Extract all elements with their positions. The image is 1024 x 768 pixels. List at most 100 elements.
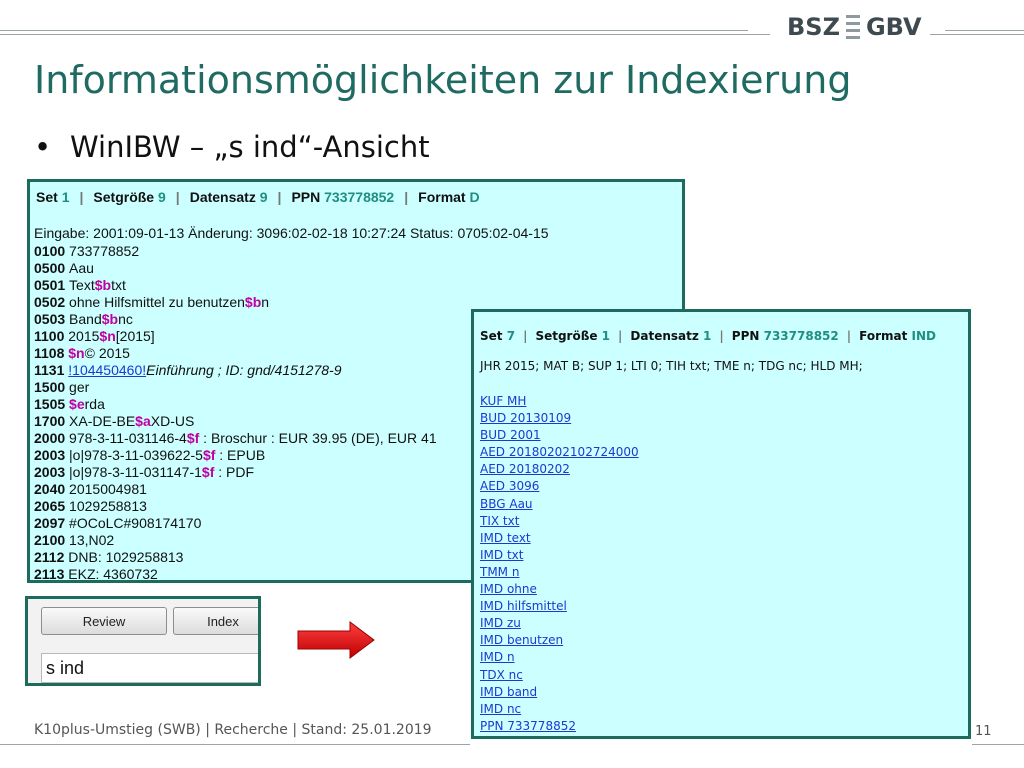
index-header-value: 7: [506, 329, 516, 343]
subfield-code: $f: [186, 430, 200, 446]
review-button[interactable]: Review: [41, 607, 167, 635]
index-link[interactable]: IMD hilfsmittel: [480, 598, 639, 615]
record-field-row: 2003 |o|978-3-11-039622-5$f : EPUB: [34, 447, 437, 464]
index-link[interactable]: IMD text: [480, 530, 639, 547]
bullet-point: • WinIBW – „s ind“-Ansicht: [34, 130, 430, 164]
field-tag: 0100: [34, 243, 70, 259]
index-link[interactable]: AED 3096: [480, 478, 639, 495]
index-link[interactable]: IMD benutzen: [480, 632, 639, 649]
record-field-row: 1108 $n© 2015: [34, 345, 437, 362]
record-field-row: 2000 978-3-11-031146-4$f : Broschur : EU…: [34, 430, 437, 447]
record-header-value: 733778852: [324, 189, 395, 205]
field-tag: 0500: [34, 260, 70, 276]
field-value: 978-3-11-031146-4: [69, 430, 187, 446]
index-link[interactable]: IMD txt: [480, 547, 639, 564]
record-field-row: 0501 Text$btxt: [34, 277, 437, 294]
record-header-label: Set: [36, 189, 62, 205]
subfield-code: $e: [69, 396, 85, 412]
index-header-value: 1: [703, 329, 712, 343]
record-field-row: 2065 1029258813: [34, 498, 437, 515]
index-link[interactable]: AED 20180202: [480, 461, 639, 478]
field-value: 1029258813: [69, 498, 147, 514]
header-line-right-2: [930, 34, 1024, 35]
index-link[interactable]: IMD zu: [480, 615, 639, 632]
record-header-label: PPN: [291, 189, 325, 205]
field-tag: 1700: [34, 413, 70, 429]
header-line-left: [0, 30, 748, 31]
bsz-gbv-logo: BSZ GBV: [787, 12, 922, 42]
field-value: Text: [69, 277, 95, 293]
index-header: Set 7 | Setgröße 1 | Datensatz 1 | PPN 7337788…: [480, 329, 936, 343]
field-value: |o|978-3-11-031147-1: [69, 464, 202, 480]
index-link[interactable]: PPN 733778852: [480, 718, 639, 735]
field-value: 2015: [68, 328, 100, 344]
right-arrow-icon: [297, 621, 375, 659]
field-tag: 1500: [34, 379, 70, 395]
index-link[interactable]: IMD nc: [480, 701, 639, 718]
index-link[interactable]: BUD 2001: [480, 427, 639, 444]
record-field-row: 1100 2015$n[2015]: [34, 328, 437, 345]
bullet-text: WinIBW – „s ind“-Ansicht: [70, 130, 430, 164]
index-link[interactable]: IMD band: [480, 684, 639, 701]
index-header-separator: |: [618, 329, 623, 343]
index-link[interactable]: AED 20180202102724000: [480, 444, 639, 461]
field-value: 733778852: [69, 243, 140, 259]
record-field-row: 2097 #OCoLC#908174170: [34, 515, 437, 532]
record-header-label: Setgröße: [93, 189, 158, 205]
field-value: Einführung ; ID: gnd/4151278-9: [146, 362, 342, 378]
index-header-label: Format: [859, 329, 912, 343]
field-tag: 1100: [34, 328, 69, 344]
record-field-row: 1500 ger: [34, 379, 437, 396]
subfield-code: $f: [201, 464, 215, 480]
index-link[interactable]: IMD ohne: [480, 581, 639, 598]
header-line-left-2: [0, 34, 770, 35]
field-value: rda: [84, 396, 105, 412]
record-field-row: 1131 !104450460!Einführung ; ID: gnd/415…: [34, 362, 437, 379]
field-tag: 2003: [34, 464, 70, 480]
index-header-label: Setgröße: [535, 329, 602, 343]
field-value: : Broschur : EUR 39.95 (DE), EUR 41: [199, 430, 437, 446]
index-link-list: KUF MH BUD 20130109 BUD 2001 AED 2018020210…: [480, 393, 639, 735]
index-button[interactable]: Index: [173, 607, 258, 635]
index-link[interactable]: TIX txt: [480, 513, 639, 530]
record-header-value: 9: [259, 189, 268, 205]
subfield-code: $n: [99, 328, 116, 344]
subfield-code: $b: [101, 311, 119, 327]
record-header-value: 1: [61, 189, 70, 205]
record-field-row: 0500 Aau: [34, 260, 437, 277]
index-link[interactable]: BUD 20130109: [480, 410, 639, 427]
index-link[interactable]: IMD n: [480, 649, 639, 666]
field-value: 13,N02: [69, 532, 115, 548]
record-header-separator: |: [175, 189, 180, 205]
field-tag: 1131: [34, 362, 69, 378]
logo-mark-icon: [845, 13, 860, 41]
field-tag: 0503: [34, 311, 70, 327]
field-value: nc: [118, 311, 133, 327]
index-link[interactable]: KUF MH: [480, 393, 639, 410]
field-tag: 2000: [34, 430, 70, 446]
logo-bsz: BSZ: [787, 13, 840, 41]
index-link[interactable]: TMM n: [480, 564, 639, 581]
slide-title: Informationsmöglichkeiten zur Indexierun…: [34, 58, 852, 102]
command-input[interactable]: s ind: [41, 653, 258, 683]
authority-link[interactable]: !104450460!: [68, 362, 146, 378]
record-field-row: 0503 Band$bnc: [34, 311, 437, 328]
field-value: 2015004981: [69, 481, 147, 497]
field-value: © 2015: [84, 345, 130, 361]
field-value: : EPUB: [215, 447, 266, 463]
page-number: 11: [975, 724, 992, 739]
bullet-icon: •: [34, 130, 52, 164]
record-field-row: 2113 EKZ: 4360732: [34, 566, 437, 580]
field-tag: 0501: [34, 277, 70, 293]
index-link[interactable]: TDX nc: [480, 667, 639, 684]
field-value: Aau: [69, 260, 94, 276]
subfield-code: $f: [202, 447, 216, 463]
field-tag: 2100: [34, 532, 70, 548]
logo-gbv: GBV: [865, 13, 922, 41]
field-tag: 2112: [34, 549, 69, 565]
field-value: n: [261, 294, 270, 310]
index-link[interactable]: BBG Aau: [480, 496, 639, 513]
index-header-label: Datensatz: [630, 329, 704, 343]
field-tag: 0502: [34, 294, 70, 310]
footer-text: K10plus-Umstieg (SWB) | Recherche | Stan…: [34, 722, 432, 738]
